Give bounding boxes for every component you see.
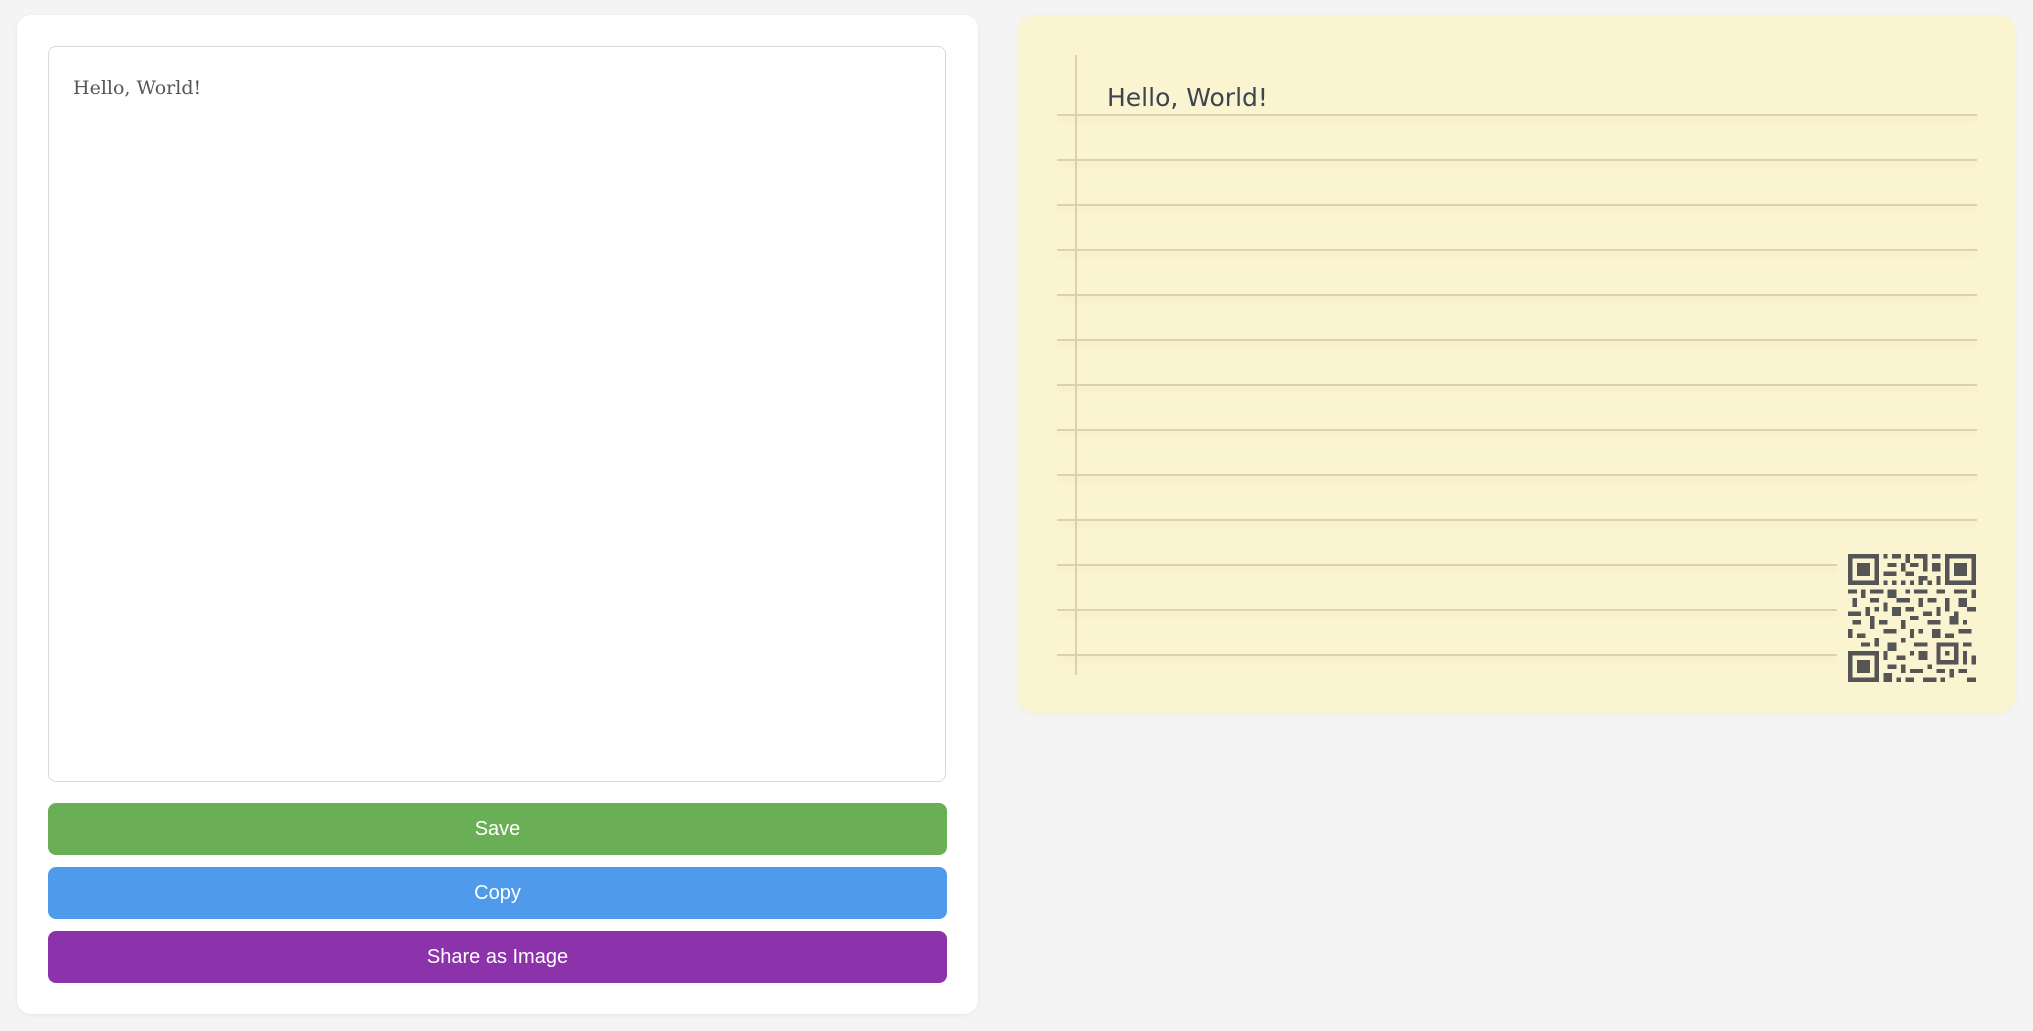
ruled-line: [1057, 339, 1977, 341]
note-preview: Hello, World!: [1017, 15, 2016, 713]
ruled-line: [1057, 654, 1837, 656]
ruled-line: [1057, 564, 1837, 566]
save-button[interactable]: Save: [48, 803, 947, 855]
share-as-image-button[interactable]: Share as Image: [48, 931, 947, 983]
ruled-line: [1057, 159, 1977, 161]
preview-text: Hello, World!: [1107, 83, 1268, 112]
ruled-line: [1057, 519, 1977, 521]
ruled-line: [1057, 609, 1837, 611]
margin-line: [1075, 55, 1077, 675]
copy-button[interactable]: Copy: [48, 867, 947, 919]
note-editor[interactable]: [48, 46, 946, 782]
editor-panel: Save Copy Share as Image: [17, 15, 978, 1014]
ruled-line: [1057, 249, 1977, 251]
ruled-line: [1057, 429, 1977, 431]
ruled-line: [1057, 384, 1977, 386]
ruled-line: [1057, 474, 1977, 476]
ruled-line: [1057, 204, 1977, 206]
qr-code-icon: [1848, 554, 1976, 682]
ruled-line: [1057, 114, 1977, 116]
app-root: Save Copy Share as Image Hello, World!: [0, 0, 2033, 1031]
ruled-line: [1057, 294, 1977, 296]
